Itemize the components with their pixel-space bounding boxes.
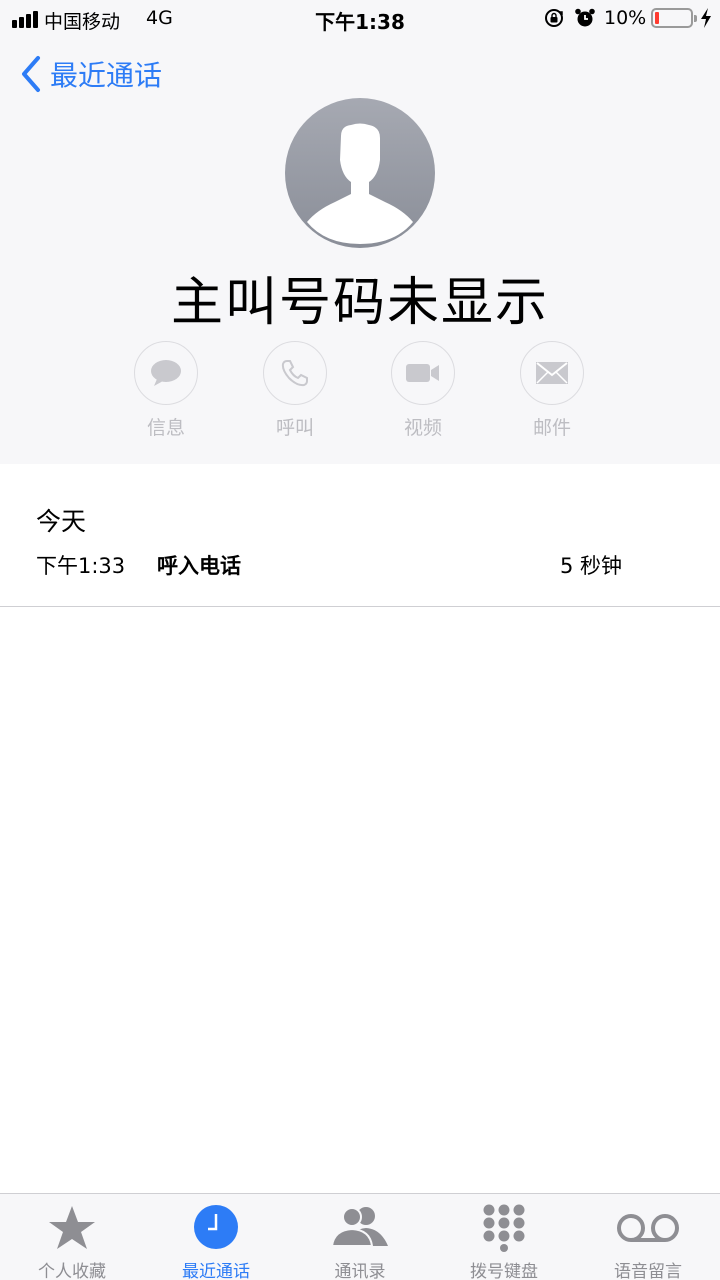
charging-bolt-icon [701, 8, 711, 28]
contact-header: 最近通话 主叫号码未显示 信息 呼叫 视频 邮件 [0, 38, 720, 464]
alarm-icon [575, 8, 595, 27]
call-duration: 5 秒钟 [560, 554, 623, 578]
tab-recents-label: 最近通话 [182, 1262, 250, 1280]
contact-name: 主叫号码未显示 [170, 273, 549, 333]
mail-action-label: 邮件 [532, 417, 571, 439]
tab-keypad-label: 拨号键盘 [470, 1262, 538, 1280]
call-history-date-header: 今天 [36, 507, 87, 536]
tab-favorites-label: 个人收藏 [38, 1262, 106, 1280]
clock-icon [194, 1205, 238, 1249]
back-label: 最近通话 [50, 59, 163, 92]
back-button[interactable]: 最近通话 [20, 54, 162, 94]
call-action-button[interactable]: 呼叫 [245, 341, 345, 440]
mail-action-button[interactable]: 邮件 [502, 341, 602, 440]
tab-voicemail-label: 语音留言 [614, 1262, 682, 1280]
tab-recents[interactable]: 最近通话 [144, 1194, 288, 1280]
tab-bar: 个人收藏 最近通话 通讯录 拨号键盘 语音留言 [0, 1193, 720, 1280]
person-silhouette-icon [307, 123, 413, 244]
star-icon [49, 1206, 95, 1249]
chevron-left-icon [22, 56, 40, 92]
battery-percent: 10% [604, 7, 647, 29]
battery-fill [655, 12, 659, 24]
phone-icon [281, 360, 308, 387]
battery-icon [651, 8, 697, 28]
tab-favorites[interactable]: 个人收藏 [0, 1194, 144, 1280]
voicemail-icon [617, 1214, 679, 1242]
video-icon [406, 364, 439, 382]
call-type: 呼入电话 [157, 554, 241, 578]
status-bar: 中国移动 4G 下午1:38 10% [0, 0, 720, 38]
message-action-label: 信息 [146, 417, 185, 439]
call-action-label: 呼叫 [275, 417, 314, 439]
video-action-button[interactable]: 视频 [373, 341, 473, 440]
mail-icon [536, 362, 568, 384]
tab-voicemail[interactable]: 语音留言 [576, 1194, 720, 1280]
message-icon [151, 360, 181, 386]
rotation-lock-icon [545, 9, 563, 27]
call-time: 下午1:33 [36, 554, 126, 578]
avatar [285, 98, 435, 248]
tab-contacts-label: 通讯录 [334, 1262, 386, 1280]
tab-contacts[interactable]: 通讯录 [288, 1194, 432, 1280]
message-action-button[interactable]: 信息 [116, 341, 216, 440]
keypad-icon [483, 1204, 525, 1252]
contacts-icon [330, 1207, 388, 1247]
video-action-label: 视频 [403, 417, 442, 439]
divider [0, 606, 720, 607]
tab-keypad[interactable]: 拨号键盘 [432, 1194, 576, 1280]
